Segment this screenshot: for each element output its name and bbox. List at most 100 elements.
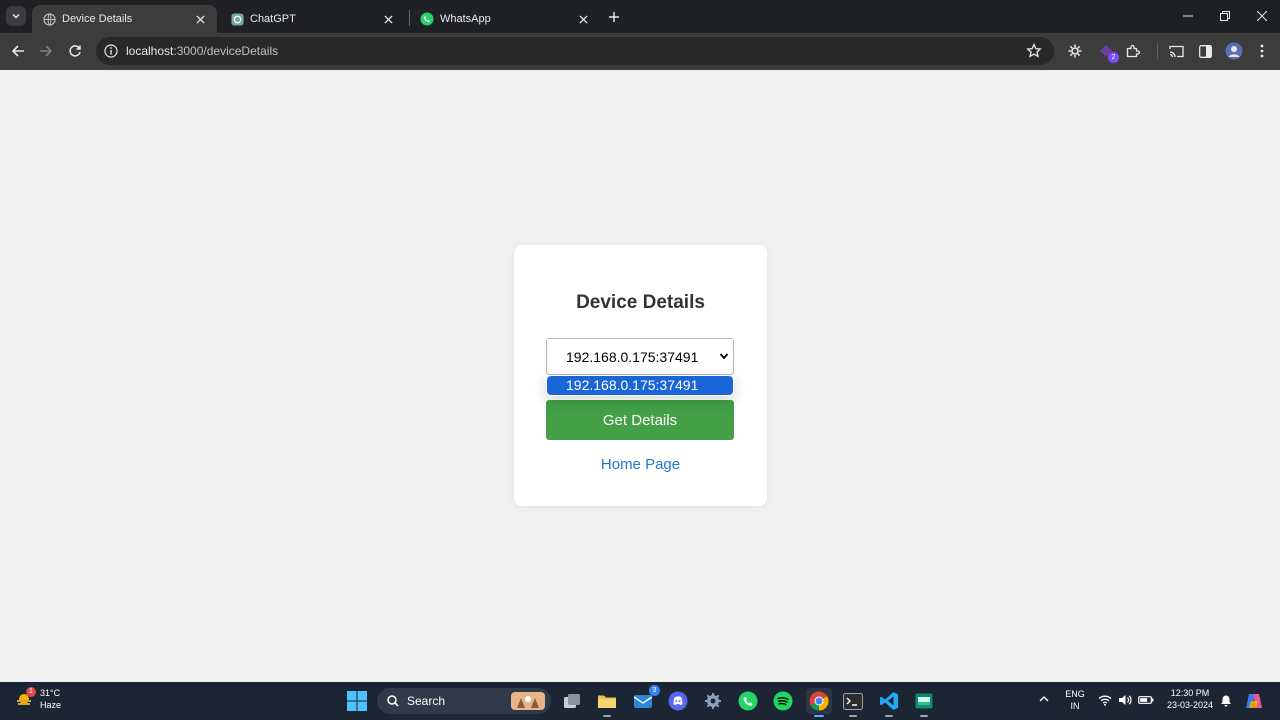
weather-temperature: 31°C [40,688,61,698]
device-select[interactable]: 192.168.0.175:37491 [546,338,734,375]
whatsapp-icon [738,691,758,711]
chevron-up-icon [1039,696,1049,702]
back-button[interactable] [8,41,28,61]
tab-title: WhatsApp [440,13,491,25]
device-option[interactable]: 192.168.0.175:37491 [547,376,733,395]
region-code: IN [1070,701,1080,711]
chrome-taskbar-button[interactable] [806,688,832,717]
bell-icon [1221,695,1231,707]
search-placeholder: Search [407,694,446,708]
clock-time: 12:30 PM [1170,688,1210,698]
reload-button[interactable] [65,41,85,61]
forward-button[interactable] [36,41,56,61]
weather-icon: 1 [14,687,36,709]
extensions-button[interactable] [1124,42,1142,60]
whatsapp-taskbar-button[interactable] [735,688,761,714]
cast-button[interactable] [1167,42,1185,60]
device-select-value: 192.168.0.175:37491 [566,348,699,365]
running-indicator [920,715,928,717]
mail-icon [633,695,653,708]
weather-badge: 1 [26,687,36,697]
reload-icon [69,45,81,57]
gear-icon [705,693,721,709]
restore-button[interactable] [1214,6,1236,26]
profile-button[interactable] [1225,42,1243,60]
get-details-button[interactable]: Get Details [546,400,734,440]
extension-count-badge: 2 [1108,52,1119,63]
vscode-button[interactable] [876,688,902,717]
app-window-icon [915,693,933,709]
gear-icon [1068,44,1082,58]
side-panel-button[interactable] [1196,42,1214,60]
info-icon[interactable] [104,44,118,58]
tab-whatsapp[interactable]: WhatsApp [410,5,600,33]
language-code: ENG [1065,689,1085,699]
tab-device-details[interactable]: Device Details [32,5,217,33]
battery-icon [1138,696,1154,704]
close-icon[interactable] [576,12,590,26]
tab-title: Device Details [62,13,133,25]
system-status-tray[interactable] [1098,694,1154,706]
chatgpt-icon [230,12,244,26]
discord-icon [668,691,688,711]
start-button[interactable] [344,688,370,714]
close-icon[interactable] [193,12,207,26]
running-indicator [885,715,893,717]
page-title: Device Details [576,292,705,313]
show-hidden-icons-button[interactable] [1038,694,1050,706]
windows-taskbar: 1 31°C Haze Search 3 ENG IN 12:30 PM 23-… [0,682,1280,720]
language-indicator[interactable]: ENG IN [1063,689,1087,711]
folder-icon [598,695,616,708]
search-icon [387,695,399,707]
spotify-button[interactable] [770,688,796,714]
home-page-link[interactable]: Home Page [514,456,767,473]
close-window-button[interactable] [1251,6,1273,26]
search-highlight-icon [511,692,545,710]
url-text: localhost:3000/deviceDetails [126,44,278,58]
clock[interactable]: 12:30 PM 23-03-2024 [1160,688,1220,710]
puzzle-icon [1126,44,1140,58]
mail-button[interactable]: 3 [630,685,660,714]
url-host: localhost [126,44,174,58]
close-icon[interactable] [381,12,395,26]
terminal-icon [843,692,863,710]
settings-button[interactable] [700,688,726,714]
discord-button[interactable] [665,688,691,714]
active-indicator [814,715,824,717]
spotify-icon [773,691,793,711]
devtools-extension-button[interactable] [1066,42,1084,60]
browser-toolbar: localhost:3000/deviceDetails 2 [0,33,1280,70]
close-icon [1257,11,1267,21]
volume-icon [1119,695,1132,705]
file-explorer-button[interactable] [594,688,620,717]
running-indicator [849,715,857,717]
restore-icon [1220,11,1230,21]
terminal-button[interactable] [840,688,866,717]
taskbar-search[interactable]: Search [377,688,551,714]
task-view-button[interactable] [559,688,585,714]
tab-title: ChatGPT [250,13,296,25]
browser-menu-button[interactable] [1253,42,1271,60]
browser-tab-bar: Device Details ChatGPT WhatsApp [0,0,1280,33]
plus-icon [609,12,619,22]
notifications-button[interactable] [1220,694,1232,709]
new-tab-button[interactable] [605,8,623,26]
weather-widget[interactable]: 1 31°C Haze [14,687,61,711]
extension-badge-button[interactable]: 2 [1097,42,1119,63]
url-path: :3000/deviceDetails [173,44,279,58]
android-studio-button[interactable] [911,688,937,717]
windows-icon [347,691,367,711]
task-view-icon [564,694,580,708]
address-bar[interactable]: localhost:3000/deviceDetails [96,37,1054,65]
tab-chatgpt[interactable]: ChatGPT [220,5,405,33]
device-select-dropdown: 192.168.0.175:37491 [546,375,734,396]
minimize-button[interactable] [1177,6,1199,26]
tab-search-button[interactable] [6,6,26,26]
bookmark-star-icon[interactable] [1026,43,1042,59]
copilot-icon [1246,694,1262,708]
copilot-button[interactable] [1244,691,1264,713]
chevron-down-icon [719,353,729,360]
side-panel-icon [1198,44,1212,58]
arrow-right-icon [40,45,53,57]
mail-count-badge: 3 [649,685,660,696]
